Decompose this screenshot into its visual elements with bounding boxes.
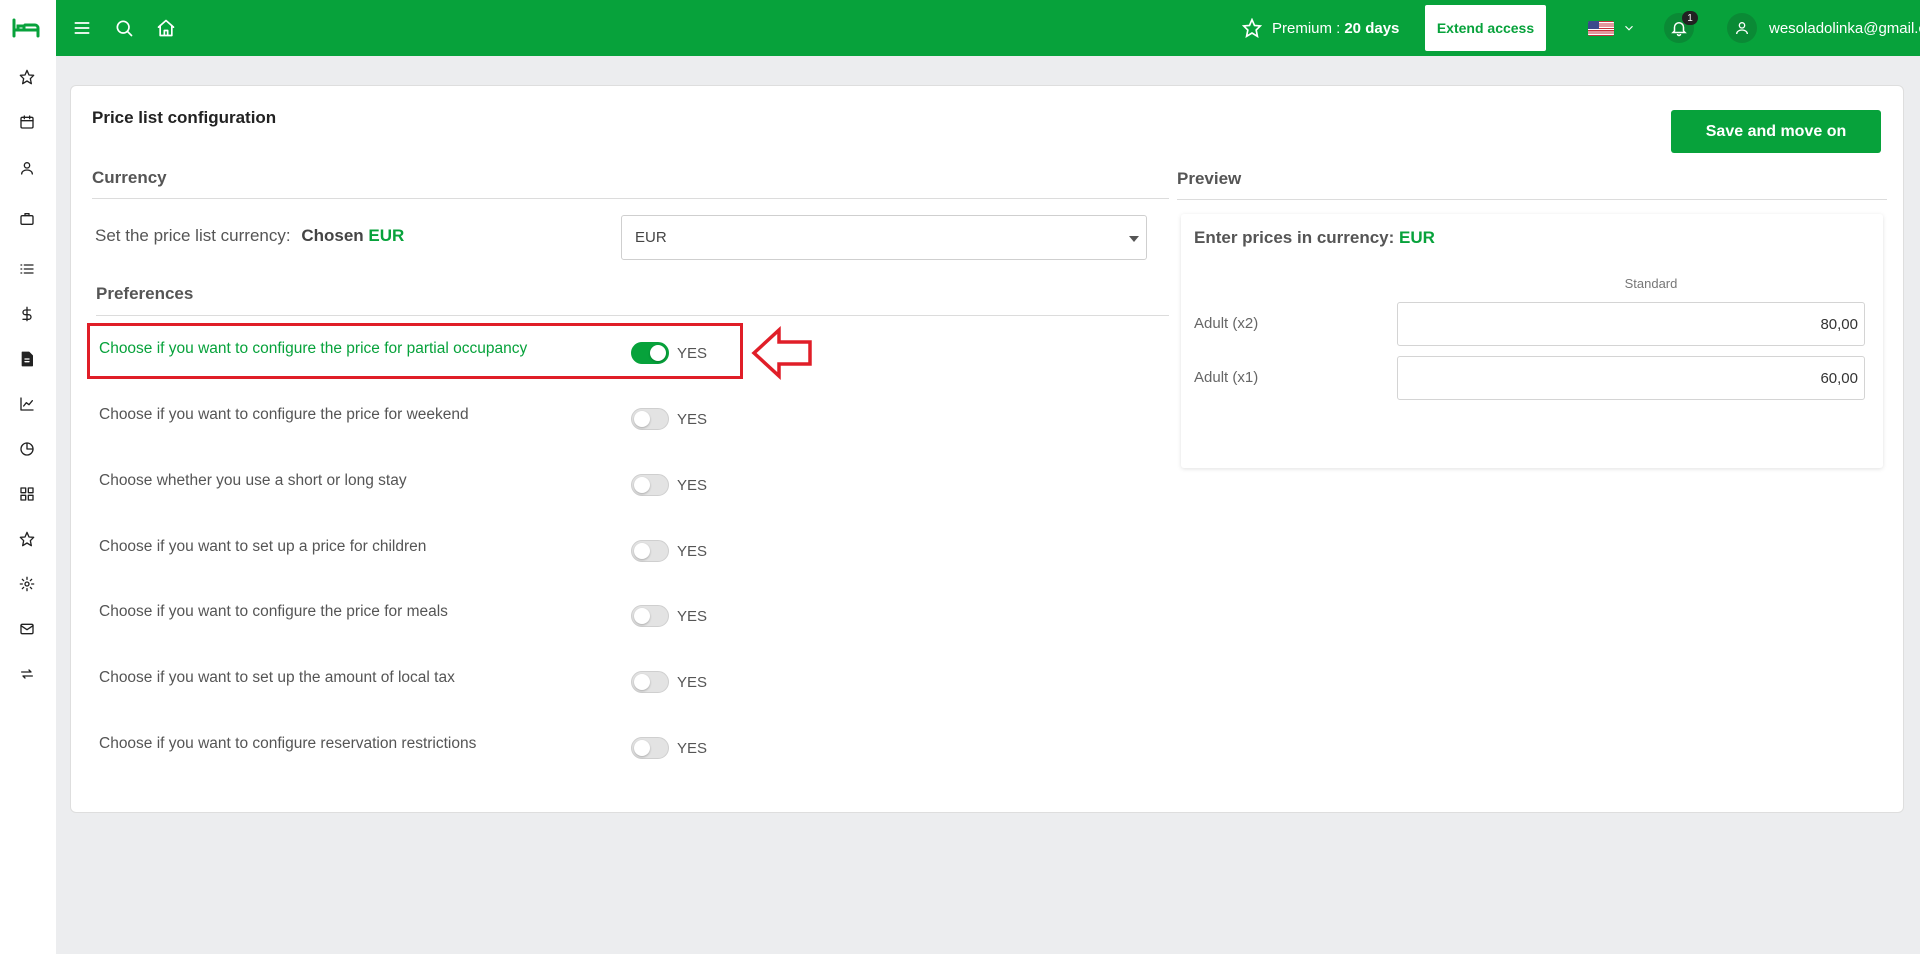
- sidebar: [0, 0, 56, 954]
- preference-label: Choose if you want to set up a price for…: [99, 538, 427, 555]
- toggle-state-label: YES: [677, 608, 708, 625]
- preference-label: Choose if you want to configure reservat…: [99, 735, 477, 752]
- weekend-toggle[interactable]: [631, 408, 669, 430]
- sidebar-item-reports[interactable]: [13, 390, 41, 418]
- user-icon: [1736, 22, 1748, 35]
- sidebar-item-invoices[interactable]: [13, 345, 41, 373]
- user-email: wesoladolinka@gmail.com: [1769, 19, 1920, 37]
- sidebar-item-pricing[interactable]: [13, 300, 41, 328]
- notifications-button[interactable]: 1: [1664, 11, 1698, 43]
- preference-label: Choose if you want to set up the amount …: [99, 669, 455, 686]
- sidebar-item-sync[interactable]: [13, 660, 41, 688]
- preference-label: Choose if you want to configure the pric…: [99, 406, 469, 423]
- column-header-standard: Standard: [1624, 276, 1678, 291]
- dollar-icon: [22, 306, 32, 322]
- sidebar-item-statistics[interactable]: [13, 435, 41, 463]
- preference-row: Choose if you want to configure the pric…: [99, 597, 707, 637]
- preview-heading: Preview: [1177, 169, 1242, 188]
- preference-row: Choose if you want to set up a price for…: [99, 532, 707, 572]
- toggle-state-label: YES: [677, 543, 708, 560]
- stay-length-toggle[interactable]: [631, 474, 669, 496]
- star-icon: [19, 69, 35, 85]
- sidebar-item-reviews[interactable]: [13, 525, 41, 553]
- premium-days: 20 days: [1344, 19, 1400, 37]
- price-row-label: Adult (x2): [1194, 315, 1259, 332]
- preview-title: Enter prices in currency: EUR: [1194, 228, 1435, 248]
- divider: [96, 315, 1169, 316]
- preference-row: Choose whether you use a short or long s…: [99, 466, 707, 506]
- sidebar-item-apps[interactable]: [13, 480, 41, 508]
- search-icon[interactable]: [110, 14, 138, 42]
- us-flag-icon: [1588, 20, 1614, 36]
- avatar: [1727, 13, 1757, 43]
- chevron-down-icon: [1625, 25, 1633, 31]
- star-icon: [19, 531, 35, 547]
- preview-currency: EUR: [1399, 228, 1435, 247]
- sidebar-item-settings[interactable]: [13, 570, 41, 598]
- price-input[interactable]: 80,00: [1397, 302, 1865, 346]
- file-icon: [21, 351, 33, 367]
- user-menu[interactable]: wesoladolinka@gmail.com: [1727, 13, 1920, 43]
- toggle-state-label: YES: [677, 674, 708, 691]
- currency-select[interactable]: EUR: [621, 215, 1147, 260]
- star-icon: [1242, 18, 1262, 38]
- home-icon[interactable]: [152, 14, 180, 42]
- language-selector[interactable]: [1588, 18, 1636, 38]
- price-row-label: Adult (x1): [1194, 369, 1259, 386]
- annotation-highlight-box: [87, 323, 743, 379]
- preference-label: Choose if you want to configure the pric…: [99, 603, 448, 620]
- preview-panel: Enter prices in currency: EUR Standard A…: [1181, 214, 1883, 468]
- bed-logo-icon[interactable]: [10, 14, 42, 42]
- extend-access-button[interactable]: Extend access: [1425, 5, 1546, 51]
- toggle-state-label: YES: [677, 477, 708, 494]
- top-bar: Premium : 20 days Extend access 1 wesola…: [56, 0, 1920, 56]
- currency-label: Set the price list currency: Chosen EUR: [95, 226, 404, 246]
- sync-icon: [21, 669, 33, 679]
- premium-status: Premium : 20 days: [1242, 16, 1399, 40]
- mail-icon: [20, 623, 34, 635]
- sidebar-item-briefcase[interactable]: [13, 205, 41, 233]
- briefcase-icon: [20, 213, 34, 225]
- calendar-icon: [20, 115, 34, 129]
- currency-heading: Currency: [92, 168, 167, 187]
- sidebar-item-list[interactable]: [13, 255, 41, 283]
- annotation-arrow-icon: [751, 326, 812, 380]
- sidebar-item-favorites[interactable]: [13, 63, 41, 91]
- preferences-heading: Preferences: [96, 284, 194, 303]
- pie-icon: [20, 442, 34, 456]
- menu-icon[interactable]: [68, 14, 96, 42]
- notification-badge: 1: [1682, 11, 1698, 25]
- grid-icon: [20, 487, 34, 501]
- reservation-restrictions-toggle[interactable]: [631, 737, 669, 759]
- divider: [1177, 199, 1887, 200]
- page-title: Price list configuration: [92, 108, 277, 127]
- preference-label: Choose whether you use a short or long s…: [99, 472, 407, 489]
- caret-down-icon: [1129, 236, 1139, 242]
- preview-title-text: Enter prices in currency:: [1194, 228, 1395, 247]
- chart-icon: [20, 397, 34, 411]
- price-input[interactable]: 60,00: [1397, 356, 1865, 400]
- gear-icon: [19, 576, 35, 592]
- sidebar-item-guests[interactable]: [13, 154, 41, 182]
- preference-row: Choose if you want to set up the amount …: [99, 663, 707, 703]
- currency-select-value: EUR: [635, 229, 667, 246]
- toggle-state-label: YES: [677, 740, 708, 757]
- price-list-card: Price list configuration Save and move o…: [70, 85, 1904, 813]
- currency-label-text: Set the price list currency:: [95, 226, 291, 245]
- toggle-state-label: YES: [677, 411, 708, 428]
- sidebar-item-messages[interactable]: [13, 615, 41, 643]
- save-and-move-on-button[interactable]: Save and move on: [1671, 110, 1881, 153]
- divider: [92, 198, 1169, 199]
- chosen-label: Chosen: [301, 226, 364, 245]
- preference-row: Choose if you want to configure the pric…: [99, 400, 707, 440]
- list-icon: [20, 264, 34, 274]
- premium-label: Premium :: [1272, 19, 1341, 37]
- preference-row: Choose if you want to configure reservat…: [99, 729, 707, 769]
- children-price-toggle[interactable]: [631, 540, 669, 562]
- local-tax-toggle[interactable]: [631, 671, 669, 693]
- meals-price-toggle[interactable]: [631, 605, 669, 627]
- chosen-currency-code: EUR: [368, 226, 405, 245]
- sidebar-item-calendar[interactable]: [13, 108, 41, 136]
- user-icon: [21, 162, 33, 175]
